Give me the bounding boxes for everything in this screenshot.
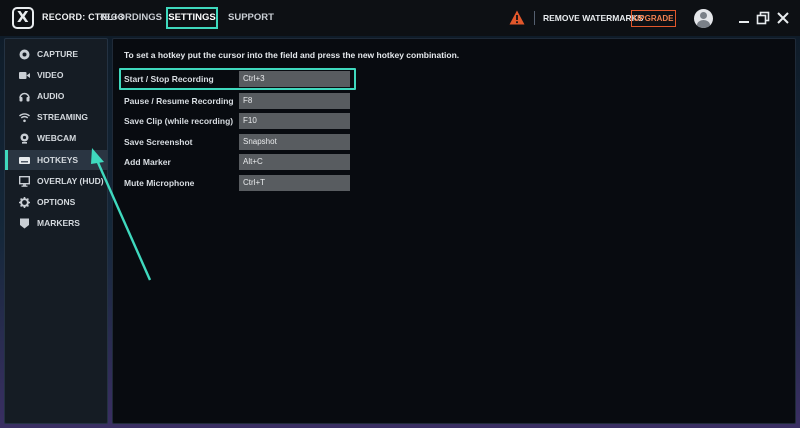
sidebar-item-label: HOTKEYS bbox=[37, 155, 79, 165]
hotkey-label: Save Clip (while recording) bbox=[124, 116, 234, 126]
hotkey-add-marker-input[interactable] bbox=[239, 154, 350, 170]
instructions-text: To set a hotkey put the cursor into the … bbox=[124, 50, 460, 60]
hotkey-start-stop-recording-input[interactable] bbox=[239, 71, 350, 87]
marker-icon bbox=[20, 218, 29, 229]
wifi-icon bbox=[19, 113, 30, 123]
sidebar-item-label: VIDEO bbox=[37, 70, 64, 80]
annotation-arrow bbox=[91, 148, 152, 281]
sidebar-item-label: OPTIONS bbox=[37, 197, 76, 207]
gear-icon bbox=[19, 197, 30, 208]
hotkey-mute-microphone-input[interactable] bbox=[239, 175, 350, 191]
sidebar-item-video[interactable]: VIDEO bbox=[5, 65, 108, 85]
hotkey-pause-resume-input[interactable] bbox=[239, 93, 350, 109]
app-logo-icon: X bbox=[12, 7, 34, 29]
webcam-icon bbox=[20, 133, 29, 144]
sidebar-item-audio[interactable]: AUDIO bbox=[5, 86, 108, 106]
upgrade-button[interactable]: UPGRADE bbox=[631, 10, 676, 27]
close-icon[interactable] bbox=[776, 11, 790, 25]
keyboard-icon bbox=[19, 157, 30, 164]
monitor-icon bbox=[19, 176, 30, 187]
title-bar: X RECORD: CTRL+3 RECORDINGS SETTINGS SUP… bbox=[0, 0, 800, 36]
restore-window-icon[interactable] bbox=[756, 11, 770, 25]
sidebar-item-label: CAPTURE bbox=[37, 49, 79, 59]
sidebar-item-capture[interactable]: CAPTURE bbox=[5, 44, 108, 64]
hotkeys-panel: To set a hotkey put the cursor into the … bbox=[112, 38, 796, 424]
minimize-icon[interactable] bbox=[737, 11, 751, 25]
sidebar-item-label: MARKERS bbox=[37, 218, 80, 228]
sidebar-item-label: WEBCAM bbox=[37, 133, 77, 143]
warning-icon[interactable] bbox=[509, 10, 525, 25]
remove-watermarks-link[interactable]: REMOVE WATERMARKS bbox=[543, 13, 643, 23]
hotkey-save-clip-input[interactable] bbox=[239, 113, 350, 129]
headphones-icon bbox=[19, 92, 30, 102]
hotkey-save-screenshot-input[interactable] bbox=[239, 134, 350, 150]
sidebar-item-label: AUDIO bbox=[37, 91, 65, 101]
hotkey-label: Pause / Resume Recording bbox=[124, 96, 234, 106]
record-icon bbox=[19, 49, 30, 60]
video-camera-icon bbox=[19, 72, 30, 79]
tab-support[interactable]: SUPPORT bbox=[228, 12, 274, 23]
divider bbox=[534, 11, 535, 25]
sidebar-item-label: STREAMING bbox=[37, 112, 88, 122]
sidebar-item-streaming[interactable]: STREAMING bbox=[5, 107, 108, 127]
tab-settings[interactable]: SETTINGS bbox=[166, 7, 218, 29]
hotkey-label: Start / Stop Recording bbox=[124, 74, 214, 84]
user-avatar-icon[interactable] bbox=[694, 9, 713, 28]
tab-recordings[interactable]: RECORDINGS bbox=[100, 12, 162, 23]
